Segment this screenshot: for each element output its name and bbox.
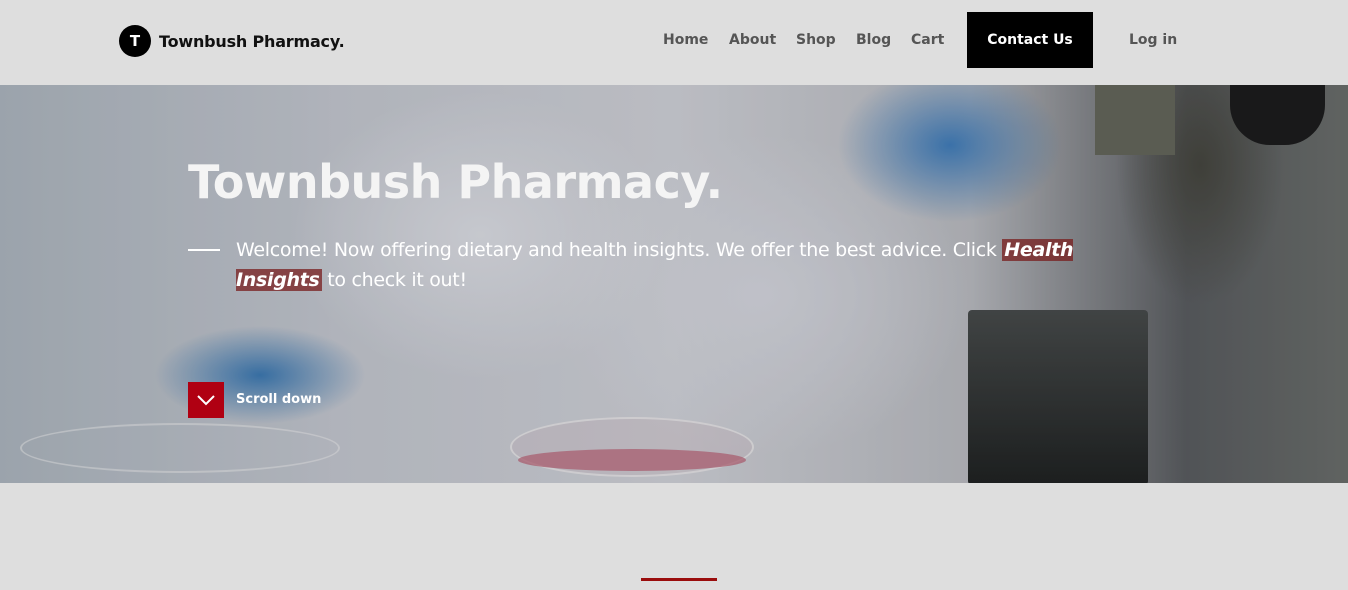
scroll-down-label[interactable]: Scroll down [236,392,321,407]
hero-section: Townbush Pharmacy. Welcome! Now offering… [0,85,1348,483]
contact-us-button[interactable]: Contact Us [967,12,1093,68]
nav-cart[interactable]: Cart [911,32,944,48]
hero-dash [188,249,220,251]
nav-about[interactable]: About [729,32,776,48]
brand-name[interactable]: Townbush Pharmacy. [159,32,345,51]
hero-text-before: Welcome! Now offering dietary and health… [236,239,1003,261]
site-header: T Townbush Pharmacy. Home About Shop Blo… [0,0,1348,85]
hero-title: Townbush Pharmacy. [188,155,723,209]
nav-shop[interactable]: Shop [796,32,836,48]
hero-text: Welcome! Now offering dietary and health… [236,235,1136,295]
login-link[interactable]: Log in [1129,32,1177,48]
nav-blog[interactable]: Blog [856,32,891,48]
chevron-down-icon [197,395,215,406]
hero-text-after: to check it out! [321,269,467,291]
hero-content: Townbush Pharmacy. Welcome! Now offering… [0,85,1348,483]
brand[interactable]: T Townbush Pharmacy. [119,25,345,57]
section-divider [641,578,717,581]
logo-icon: T [119,25,151,57]
scroll-down-button[interactable] [188,382,224,418]
nav-home[interactable]: Home [663,32,708,48]
